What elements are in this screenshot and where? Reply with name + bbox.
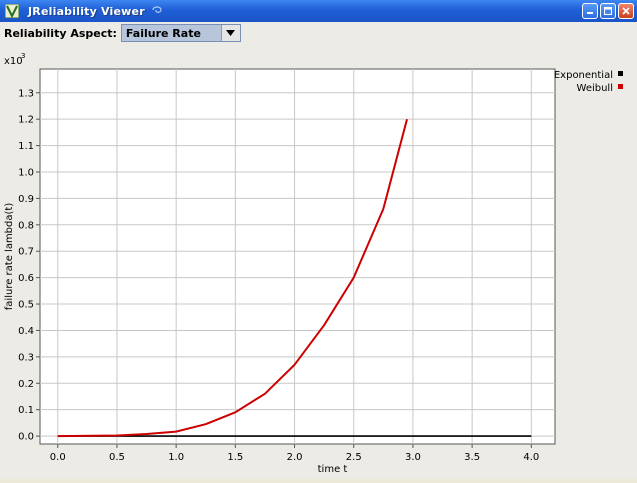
x-tick-label: 0.5: [109, 452, 125, 463]
y-tick-label: 1.2: [18, 115, 34, 126]
legend-swatch-weibull: [618, 84, 623, 89]
app-window: JReliability Viewer Reliability Aspect: …: [0, 0, 637, 479]
y-tick-label: 0.2: [18, 379, 34, 390]
y-tick-label: 0.7: [18, 247, 34, 258]
y-tick-label: 1.1: [18, 141, 34, 152]
x-tick-label: 2.5: [346, 452, 362, 463]
minimize-button[interactable]: [582, 3, 598, 19]
reliability-aspect-select[interactable]: Failure Rate: [120, 24, 241, 42]
y-multiplier-exponent: 3: [21, 52, 25, 60]
y-tick-label: 0.4: [18, 326, 34, 337]
y-tick-label: 0.8: [18, 220, 34, 231]
maximize-icon: [604, 7, 612, 15]
chart-panel: 0.0 0.5 1.0 1.5 2.0 2.5 3.0 3.5 4.0 0.0 0.1 0.2 0.3 0…: [0, 44, 637, 479]
y-tick-label: 1.0: [18, 167, 34, 178]
x-tick-label: 3.5: [464, 452, 480, 463]
y-axis-label: failure rate lambda(t): [4, 203, 15, 311]
y-tick-label: 0.3: [18, 352, 34, 363]
y-tick-label: 1.3: [18, 88, 34, 99]
dropdown-arrow-icon: [226, 30, 236, 36]
y-multiplier-label: x10: [4, 56, 23, 67]
x-tick-label: 3.0: [405, 452, 421, 463]
window-title: JReliability Viewer: [28, 4, 145, 18]
legend-swatch-exponential: [618, 71, 623, 76]
close-button[interactable]: [618, 3, 634, 19]
y-tick-label: 0.0: [18, 432, 34, 443]
y-tick-label: 0.5: [18, 300, 34, 311]
app-logo-icon: [4, 3, 20, 19]
x-tick-label: 1.0: [168, 452, 184, 463]
x-tick-label: 2.0: [287, 452, 303, 463]
x-tick-label: 4.0: [523, 452, 539, 463]
x-axis-label: time t: [318, 464, 348, 475]
x-tick-label: 1.5: [227, 452, 243, 463]
toolbar: Reliability Aspect: Failure Rate: [0, 22, 637, 44]
x-tick-label: 0.0: [50, 452, 66, 463]
dropdown-arrow-button[interactable]: [220, 25, 240, 41]
legend-label-weibull: Weibull: [577, 83, 613, 94]
maximize-button[interactable]: [600, 3, 616, 19]
reliability-aspect-label: Reliability Aspect:: [4, 26, 117, 40]
title-bar[interactable]: JReliability Viewer: [0, 0, 637, 22]
y-tick-label: 0.6: [18, 273, 34, 284]
swirl-icon: [151, 5, 163, 18]
reliability-aspect-value: Failure Rate: [125, 26, 201, 40]
close-icon: [622, 7, 630, 15]
minimize-icon: [587, 12, 593, 14]
legend-label-exponential: Exponential: [554, 70, 613, 81]
y-tick-label: 0.9: [18, 194, 34, 205]
y-tick-label: 0.1: [18, 405, 34, 416]
failure-rate-chart: 0.0 0.5 1.0 1.5 2.0 2.5 3.0 3.5 4.0 0.0 0.1 0.2 0.3 0…: [4, 52, 623, 475]
